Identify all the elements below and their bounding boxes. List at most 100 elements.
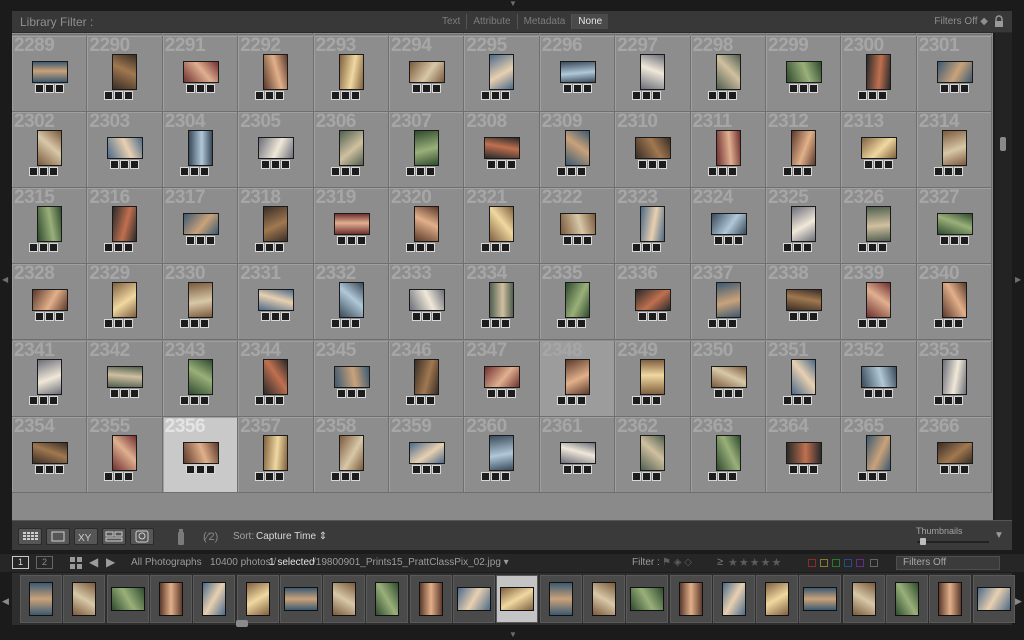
- crop-badge-icon[interactable]: [953, 167, 963, 177]
- right-panel-toggle-icon[interactable]: ▶: [1015, 276, 1021, 284]
- crop-badge-icon[interactable]: [582, 84, 592, 94]
- thumbnail-image[interactable]: [263, 434, 289, 471]
- caption-badge-icon[interactable]: [648, 312, 658, 322]
- keyword-badge-icon[interactable]: [858, 243, 868, 253]
- crop-badge-icon[interactable]: [124, 319, 134, 329]
- caption-badge-icon[interactable]: [717, 471, 727, 481]
- thumbnail-image[interactable]: [715, 282, 741, 319]
- thumbnail-size-slider-knob[interactable]: [920, 538, 926, 545]
- survey-view-button[interactable]: [102, 528, 126, 545]
- keyword-badge-icon[interactable]: [939, 464, 949, 474]
- thumbnail-size-slider[interactable]: [917, 538, 989, 545]
- color-label-green[interactable]: [832, 559, 840, 567]
- people-view-button[interactable]: [130, 528, 154, 545]
- primary-window-button[interactable]: 1: [12, 556, 29, 569]
- keyword-badge-icon[interactable]: [336, 236, 346, 246]
- toolbar-menu-chevron-icon[interactable]: ▼: [994, 530, 1004, 541]
- grid-cell[interactable]: 2333: [389, 264, 465, 341]
- keyword-badge-icon[interactable]: [29, 167, 38, 177]
- keyword-badge-icon[interactable]: [35, 312, 44, 322]
- caption-badge-icon[interactable]: [943, 395, 953, 405]
- filmstrip-scroll-right-icon[interactable]: ▶: [1015, 596, 1022, 607]
- thumbnail-image[interactable]: [333, 213, 370, 236]
- caption-badge-icon[interactable]: [346, 236, 356, 246]
- keyword-badge-icon[interactable]: [562, 236, 572, 246]
- caption-badge-icon[interactable]: [422, 312, 431, 322]
- thumbnail-image[interactable]: [484, 137, 521, 160]
- keyword-badge-icon[interactable]: [336, 388, 346, 398]
- crop-badge-icon[interactable]: [803, 243, 812, 253]
- thumbnail-image[interactable]: [32, 441, 68, 464]
- crop-badge-icon[interactable]: [727, 91, 737, 101]
- grid-cell[interactable]: 2339: [841, 264, 917, 341]
- caption-badge-icon[interactable]: [422, 84, 431, 94]
- thumbnail-image[interactable]: [635, 137, 672, 160]
- color-label-purple[interactable]: [856, 559, 864, 567]
- filmstrip-thumbnail[interactable]: [799, 575, 842, 623]
- filmstrip-thumbnail[interactable]: [193, 575, 236, 623]
- keyword-badge-icon[interactable]: [261, 312, 271, 322]
- thumbnail-image[interactable]: [37, 358, 62, 395]
- crop-badge-icon[interactable]: [733, 236, 743, 246]
- crop-badge-icon[interactable]: [356, 388, 366, 398]
- grid-cell[interactable]: 2329: [87, 264, 163, 341]
- thumbnail-image[interactable]: [640, 54, 666, 91]
- keyword-badge-icon[interactable]: [255, 395, 265, 405]
- filmstrip-thumbnail[interactable]: [63, 575, 106, 623]
- grid-cell[interactable]: 2340: [916, 264, 993, 341]
- caption-badge-icon[interactable]: [422, 464, 431, 474]
- grid-cell[interactable]: 2331: [238, 264, 314, 341]
- grid-cell[interactable]: 2344: [238, 340, 314, 417]
- grid-cell[interactable]: 2305: [238, 112, 314, 189]
- thumbnail-image[interactable]: [936, 441, 973, 464]
- keyword-badge-icon[interactable]: [481, 243, 491, 253]
- color-label-blue[interactable]: [844, 559, 852, 567]
- crop-badge-icon[interactable]: [55, 312, 64, 322]
- lock-icon[interactable]: [994, 15, 1004, 28]
- keyword-badge-icon[interactable]: [481, 319, 491, 329]
- grid-cell[interactable]: 2337: [690, 264, 766, 341]
- caption-badge-icon[interactable]: [114, 471, 124, 481]
- grid-cell[interactable]: 2321: [464, 188, 540, 265]
- loupe-view-button[interactable]: [46, 528, 70, 545]
- crop-badge-icon[interactable]: [350, 91, 360, 101]
- keyword-badge-icon[interactable]: [104, 319, 114, 329]
- grid-cell[interactable]: 2364: [766, 416, 842, 493]
- crop-badge-icon[interactable]: [507, 388, 517, 398]
- caption-badge-icon[interactable]: [799, 312, 808, 322]
- crop-badge-icon[interactable]: [576, 319, 586, 329]
- keyword-badge-icon[interactable]: [110, 160, 120, 170]
- caption-badge-icon[interactable]: [566, 395, 576, 405]
- caption-badge-icon[interactable]: [572, 84, 582, 94]
- thumbnail-image[interactable]: [112, 282, 138, 319]
- keyword-badge-icon[interactable]: [707, 91, 717, 101]
- keyword-badge-icon[interactable]: [632, 243, 642, 253]
- crop-badge-icon[interactable]: [576, 395, 586, 405]
- grid-cell[interactable]: 2314: [916, 112, 993, 189]
- filmstrip-thumbnail[interactable]: [886, 575, 928, 623]
- filmstrip-thumbnail[interactable]: [149, 575, 192, 623]
- rating-operator-icon[interactable]: ≥: [717, 556, 724, 568]
- caption-badge-icon[interactable]: [45, 84, 54, 94]
- crop-badge-icon[interactable]: [199, 319, 209, 329]
- keyword-badge-icon[interactable]: [110, 388, 120, 398]
- crop-badge-icon[interactable]: [49, 243, 58, 253]
- crop-badge-icon[interactable]: [878, 243, 888, 253]
- caption-badge-icon[interactable]: [189, 395, 199, 405]
- thumbnail-image[interactable]: [715, 54, 741, 91]
- grid-cell[interactable]: 2298: [690, 36, 766, 113]
- caption-badge-icon[interactable]: [949, 236, 959, 246]
- caption-badge-icon[interactable]: [39, 167, 48, 177]
- crop-badge-icon[interactable]: [205, 236, 215, 246]
- keyword-badge-icon[interactable]: [330, 91, 340, 101]
- grid-cell[interactable]: 2358: [313, 416, 389, 493]
- thumbnail-image[interactable]: [861, 365, 898, 388]
- grid-cell[interactable]: 2289: [12, 36, 88, 113]
- crop-badge-icon[interactable]: [809, 84, 818, 94]
- grid-cell[interactable]: 2332: [313, 264, 389, 341]
- keyword-badge-icon[interactable]: [933, 167, 943, 177]
- crop-badge-icon[interactable]: [432, 84, 441, 94]
- thumbnail-image[interactable]: [112, 206, 138, 243]
- thumbnail-image[interactable]: [564, 358, 590, 395]
- grid-cell[interactable]: 2363: [690, 416, 766, 493]
